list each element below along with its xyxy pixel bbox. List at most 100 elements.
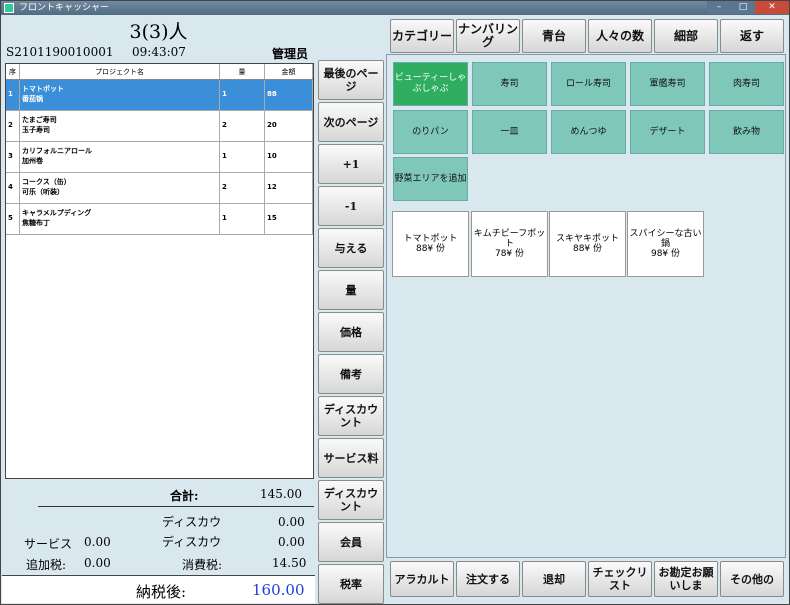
item-price: 88¥ 份 [572, 244, 603, 254]
row-name: たまご寿司 玉子寿司 [20, 111, 220, 141]
row-qty: 1 [220, 142, 265, 172]
order-panel: 3(3)人 S2101190010001 09:43:07 管理员 序 プロジェ… [2, 15, 315, 603]
menu-panel: ビューティーしゃぶしゃぶ 寿司 ロール寿司 軍艦寿司 肉寿司 のりパン 一皿 め… [386, 54, 786, 558]
table-row[interactable]: 1 トマトポット 番茄锅 1 88 [6, 80, 313, 111]
app-icon [4, 3, 14, 13]
row-qty: 2 [220, 111, 265, 141]
total-value: 145.00 [260, 487, 302, 501]
member-button[interactable]: 会員 [318, 522, 384, 562]
other-button[interactable]: その他の [720, 561, 784, 597]
category-drinks[interactable]: 飲み物 [709, 110, 784, 154]
tax-value: 14.50 [272, 556, 307, 570]
checklist-button[interactable]: チェックリスト [588, 561, 652, 597]
menu-item[interactable]: トマトポット 88¥ 份 [392, 211, 469, 277]
category-add-vegetables[interactable]: 野菜エリアを追加 [393, 157, 468, 201]
table-row[interactable]: 2 たまご寿司 玉子寿司 2 20 [6, 111, 313, 142]
after-tax-label: 納税後: [136, 583, 187, 601]
category-button[interactable]: カテゴリー [390, 19, 454, 53]
order-table: 序 プロジェクト名 量 金額 1 トマトポット 番茄锅 1 88 2 たまご寿司玉… [5, 63, 314, 479]
row-name-zh: 番茄锅 [22, 95, 43, 103]
category-gunkan-sushi[interactable]: 軍艦寿司 [630, 62, 705, 106]
quantity-button[interactable]: 量 [318, 270, 384, 310]
people-count-button[interactable]: 人々の数 [588, 19, 652, 53]
item-name: トマトポット [403, 234, 458, 244]
row-no: 1 [6, 80, 20, 110]
row-name-ja: キャラメルプディング [22, 209, 92, 217]
details-button[interactable]: 細部 [654, 19, 718, 53]
col-header-qty: 量 [220, 64, 265, 79]
row-name-zh: 焦糖布丁 [22, 219, 50, 227]
next-page-button[interactable]: 次のページ [318, 102, 384, 142]
category-sushi[interactable]: 寿司 [472, 62, 547, 106]
menu-item[interactable]: スパイシーな古い鍋 98¥ 份 [627, 211, 704, 277]
person-count: 3(3)人 [129, 21, 188, 43]
item-name: スパイシーな古い鍋 [629, 229, 702, 249]
row-no: 4 [6, 173, 20, 203]
row-amount: 10 [265, 142, 313, 172]
close-button[interactable]: ✕ [755, 1, 789, 14]
cashier-window: フロントキャッシャー – □ ✕ 3(3)人 S2101190010001 09… [0, 0, 790, 605]
row-qty: 1 [220, 204, 265, 234]
row-no: 3 [6, 142, 20, 172]
discount-value-2: 0.00 [278, 535, 305, 549]
place-order-button[interactable]: 注文する [456, 561, 520, 597]
row-name: トマトポット 番茄锅 [20, 80, 220, 110]
window-title: フロントキャッシャー [19, 3, 110, 13]
row-amount: 12 [265, 173, 313, 203]
total-label: 合計: [170, 489, 199, 503]
row-qty: 2 [220, 173, 265, 203]
category-beauty-shabu[interactable]: ビューティーしゃぶしゃぶ [393, 62, 468, 106]
discount-label-1: ディスカウ [162, 515, 222, 529]
tax-label: 消費税: [182, 558, 223, 572]
minus-one-button[interactable]: -1 [318, 186, 384, 226]
plus-one-button[interactable]: +1 [318, 144, 384, 184]
menu-item[interactable]: キムチビーフポット 78¥ 份 [471, 211, 548, 277]
title-bar: フロントキャッシャー – □ ✕ [1, 1, 789, 15]
category-roll-sushi[interactable]: ロール寿司 [551, 62, 626, 106]
table-header: 序 プロジェクト名 量 金額 [6, 64, 313, 80]
discount-label-2: ディスカウ [162, 535, 222, 549]
numbering-button[interactable]: ナンバリング [456, 19, 520, 53]
a-la-carte-button[interactable]: アラカルト [390, 561, 454, 597]
give-button[interactable]: 与える [318, 228, 384, 268]
category-dessert[interactable]: デザート [630, 110, 705, 154]
checkout-button[interactable]: お勘定お願いしま [654, 561, 718, 597]
menu-item[interactable]: スキヤキポット 88¥ 份 [549, 211, 626, 277]
maximize-button[interactable]: □ [731, 1, 755, 14]
col-header-amount: 金額 [265, 64, 313, 79]
service-value: 0.00 [84, 535, 111, 549]
service-charge-button[interactable]: サービス料 [318, 438, 384, 478]
summary-divider [38, 506, 314, 507]
table-row[interactable]: 3 カリフォルニアロール 加州卷 1 10 [6, 142, 313, 173]
row-name-ja: コークス（缶） [22, 178, 71, 186]
category-mentsuyu[interactable]: めんつゆ [551, 110, 626, 154]
row-name-ja: トマトポット [22, 85, 64, 93]
discount-button-1[interactable]: ディスカウント [318, 396, 384, 436]
item-name: スキヤキポット [555, 234, 619, 244]
last-page-button[interactable]: 最後のページ [318, 60, 384, 100]
category-meat-sushi[interactable]: 肉寿司 [709, 62, 784, 106]
row-name-zh: 玉子寿司 [22, 126, 50, 134]
category-one-plate[interactable]: 一皿 [472, 110, 547, 154]
row-no: 2 [6, 111, 20, 141]
table-row[interactable]: 4 コークス（缶） 可乐（听装） 2 12 [6, 173, 313, 204]
table-button[interactable]: 青台 [522, 19, 586, 53]
order-number: S2101190010001 [6, 45, 114, 59]
cancel-order-button[interactable]: 退却 [522, 561, 586, 597]
after-tax-bar: 納税後: 160.00 [2, 575, 315, 603]
table-row[interactable]: 5 キャラメルプディング 焦糖布丁 1 15 [6, 204, 313, 235]
minimize-button[interactable]: – [707, 1, 731, 14]
row-name: コークス（缶） 可乐（听装） [20, 173, 220, 203]
col-header-no: 序 [6, 64, 20, 79]
row-name: カリフォルニアロール 加州卷 [20, 142, 220, 172]
row-amount: 20 [265, 111, 313, 141]
return-button[interactable]: 返す [720, 19, 784, 53]
addtax-value: 0.00 [84, 556, 111, 570]
discount-button-2[interactable]: ディスカウント [318, 480, 384, 520]
remarks-button[interactable]: 備考 [318, 354, 384, 394]
tax-rate-button[interactable]: 税率 [318, 564, 384, 604]
category-nori-bread[interactable]: のりパン [393, 110, 468, 154]
summary-area: 合計: 145.00 ディスカウ 0.00 サービス 0.00 ディスカウ 0.… [2, 481, 315, 603]
price-button[interactable]: 価格 [318, 312, 384, 352]
col-header-name: プロジェクト名 [20, 64, 220, 79]
